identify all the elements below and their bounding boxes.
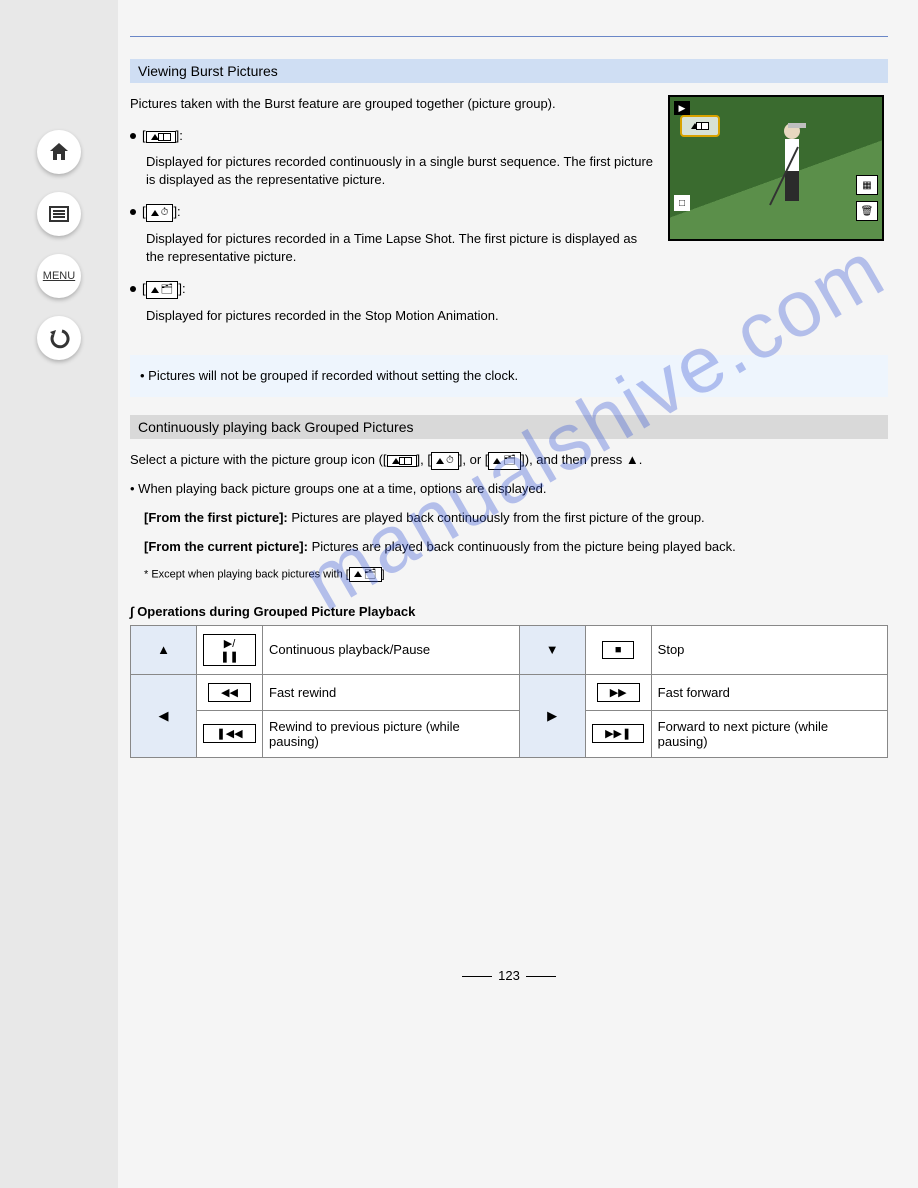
timelapse-group-icon: ⏱: [431, 452, 459, 471]
next-icon-cell: ▶▶❚: [585, 710, 651, 757]
stopmotion-group-icon: 🗂: [349, 567, 382, 582]
skip-next-icon: ▶▶❚: [592, 724, 644, 743]
dpad-up-cell: ▲: [131, 625, 197, 674]
example-photo: ▶ □ ▦ 🗑: [668, 95, 888, 241]
play-pause-label: Continuous playback/Pause: [263, 625, 520, 674]
stopmotion-group-icon: 🗂: [488, 452, 521, 471]
section-heading-continuous-playback: Continuously playing back Grouped Pictur…: [130, 415, 888, 439]
thumbnail-grid-icon: ▦: [856, 175, 878, 195]
bullet-icon: [130, 286, 136, 292]
page-number: 123: [130, 968, 888, 983]
options-intro: • When playing back picture groups one a…: [130, 480, 888, 499]
table-row: ◀ ◀◀ Fast rewind ▶ ▶▶ Fast forward: [131, 674, 888, 710]
burst-group-icon: [146, 131, 176, 143]
dpad-down-cell: ▼: [519, 625, 585, 674]
footnote-except: * Except when playing back pictures with…: [144, 567, 888, 582]
operations-heading: ∫ Operations during Grouped Picture Play…: [130, 604, 888, 619]
ffwd-icon-cell: ▶▶: [585, 674, 651, 710]
table-row: ❚◀◀ Rewind to previous picture (while pa…: [131, 710, 888, 757]
sidebar: MENU: [0, 0, 118, 1188]
bullet-icon: [130, 133, 136, 139]
home-icon: [47, 140, 71, 164]
ffwd-label: Fast forward: [651, 674, 887, 710]
section-heading-viewing-burst: Viewing Burst Pictures: [130, 59, 888, 83]
fast-forward-icon: ▶▶: [597, 683, 640, 702]
timelapse-group-icon: ⏱: [146, 204, 174, 222]
play-pause-icon-cell: ▶/❚❚: [197, 625, 263, 674]
stop-label: Stop: [651, 625, 887, 674]
nav-menu-button[interactable]: MENU: [37, 254, 81, 298]
group-indicator-overlay: [680, 115, 720, 137]
delete-icon: 🗑: [856, 201, 878, 221]
main-content: manualshive.com Viewing Burst Pictures ▶…: [118, 0, 918, 1188]
burst-group-icon: [387, 455, 417, 467]
option-from-current: [From the current picture]: Pictures are…: [144, 538, 888, 557]
stopmotion-group-icon: 🗂: [146, 281, 179, 299]
select-instruction: Select a picture with the picture group …: [130, 451, 888, 470]
stopmotion-group-text: Displayed for pictures recorded in the S…: [146, 307, 888, 325]
next-label: Forward to next picture (while pausing): [651, 710, 887, 757]
playback-mode-icon: ▶: [674, 101, 690, 115]
prev-icon-cell: ❚◀◀: [197, 710, 263, 757]
nav-home-button[interactable]: [37, 130, 81, 174]
table-row: ▲ ▶/❚❚ Continuous playback/Pause ▼ ■ Sto…: [131, 625, 888, 674]
clock-note: • Pictures will not be grouped if record…: [130, 355, 888, 397]
nav-toc-button[interactable]: [37, 192, 81, 236]
stop-icon: ■: [602, 641, 635, 659]
rewind-label: Fast rewind: [263, 674, 520, 710]
list-icon: [47, 202, 71, 226]
bullet-icon: [130, 209, 136, 215]
option-from-first: [From the first picture]: Pictures are p…: [144, 509, 888, 528]
back-arrow-icon: [47, 326, 71, 350]
media-badge-icon: □: [674, 195, 690, 211]
rewind-icon: ◀◀: [208, 683, 251, 702]
menu-label: MENU: [43, 270, 75, 282]
dpad-left-cell: ◀: [131, 674, 197, 757]
golfer-figure-icon: [762, 117, 822, 227]
prev-label: Rewind to previous picture (while pausin…: [263, 710, 520, 757]
nav-back-button[interactable]: [37, 316, 81, 360]
skip-previous-icon: ❚◀◀: [203, 724, 255, 743]
operations-table: ▲ ▶/❚❚ Continuous playback/Pause ▼ ■ Sto…: [130, 625, 888, 758]
rewind-icon-cell: ◀◀: [197, 674, 263, 710]
dpad-right-cell: ▶: [519, 674, 585, 757]
stop-icon-cell: ■: [585, 625, 651, 674]
play-pause-icon: ▶/❚❚: [203, 634, 256, 666]
